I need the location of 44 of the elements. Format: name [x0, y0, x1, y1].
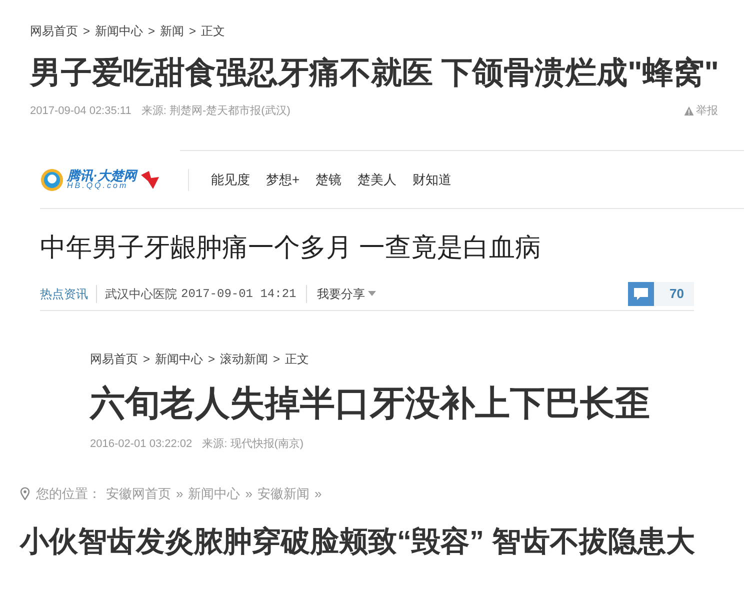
bird-icon — [139, 168, 162, 190]
comment-icon — [628, 282, 654, 306]
breadcrumb-link[interactable]: 网易首页 — [90, 350, 138, 368]
warning-icon — [684, 106, 694, 116]
nav-link[interactable]: 梦想+ — [266, 170, 300, 190]
location-pin-icon — [20, 487, 30, 500]
category-link[interactable]: 热点资讯 — [40, 284, 97, 302]
headline: 中年男子牙龈肿痛一个多月 一查竟是白血病 — [40, 231, 542, 264]
breadcrumb-separator: > — [83, 23, 90, 40]
breadcrumb-separator: > — [189, 23, 196, 40]
headline: 男子爱吃甜食强忍牙痛不就医 下颌骨溃烂成"蜂窝" — [30, 54, 718, 92]
breadcrumb-link[interactable]: 正文 — [201, 22, 226, 40]
headline: 小伙智齿发炎脓肿穿破脸颊致“毁容” 智齿不拔隐患大 — [20, 524, 696, 560]
breadcrumb-separator: > — [208, 351, 216, 368]
breadcrumb-link[interactable]: 新闻中心 — [155, 350, 204, 368]
source-text: 来源: 现代快报(南京) — [202, 436, 304, 452]
nav-link[interactable]: 楚美人 — [358, 170, 397, 190]
breadcrumb-link[interactable]: 新闻中心 — [95, 22, 144, 40]
breadcrumb-link[interactable]: 新闻 — [160, 22, 184, 40]
breadcrumb-separator: » — [176, 485, 184, 503]
nav-link[interactable]: 楚镜 — [316, 170, 342, 190]
breadcrumb-link[interactable]: 正文 — [285, 350, 310, 368]
breadcrumb-separator: » — [314, 485, 322, 503]
headline: 六旬老人失掉半口牙没补上下巴长歪 — [90, 383, 651, 425]
breadcrumb-separator: > — [273, 351, 280, 368]
source-text: 武汉中心医院 — [105, 286, 177, 302]
breadcrumb-separator: > — [143, 351, 150, 368]
breadcrumb-link[interactable]: 滚动新闻 — [220, 350, 268, 368]
breadcrumb-separator: » — [245, 485, 252, 503]
location-label: 您的位置： — [36, 485, 101, 503]
caret-icon — [368, 291, 376, 296]
nav-link[interactable]: 能见度 — [211, 170, 250, 190]
nav-link[interactable]: 财知道 — [412, 170, 452, 190]
publish-date: 2017-09-01 14:21 — [181, 284, 308, 302]
breadcrumb-link[interactable]: 网易首页 — [30, 22, 78, 40]
breadcrumb-separator: > — [148, 23, 156, 40]
share-dropdown[interactable]: 我要分享 — [317, 284, 376, 302]
comment-count-button[interactable]: 70 — [628, 282, 694, 306]
logo-name: 腾讯·大楚网 — [67, 169, 136, 182]
logo-icon — [40, 168, 64, 192]
publish-date: 2017-09-04 02:35:11 — [30, 104, 132, 119]
source-text: 来源: 荆楚网-楚天都市报(武汉) — [141, 104, 290, 119]
logo-domain: HB.QQ.com — [67, 182, 128, 190]
publish-date: 2016-02-01 03:22:02 — [90, 436, 192, 452]
